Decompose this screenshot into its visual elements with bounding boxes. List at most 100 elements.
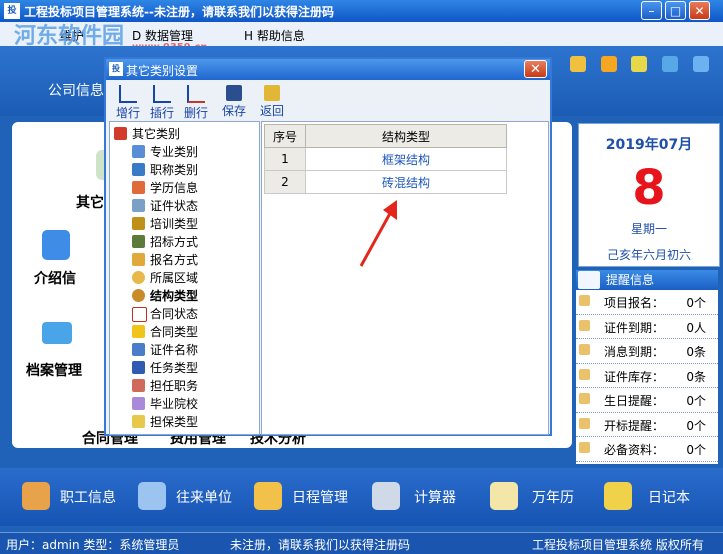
bottom-calculator[interactable]: 计算器 <box>414 487 456 507</box>
bottom-contacts[interactable]: 往来单位 <box>176 487 232 507</box>
tree-item-label: 任务类型 <box>150 361 199 375</box>
education-icon <box>132 181 145 194</box>
bell-icon[interactable] <box>254 482 282 510</box>
reminder-title: 提醒信息 <box>606 273 655 287</box>
tree-item-label: 结构类型 <box>150 289 199 303</box>
table-row[interactable]: 1 框架结构 <box>264 147 507 171</box>
tree-item-label: 职称类别 <box>150 163 199 177</box>
reminder-row[interactable]: 开标提醒： 0个 <box>576 413 718 437</box>
reminder-value: 0人 <box>686 320 706 335</box>
warning-icon <box>132 325 145 338</box>
bid-method-icon <box>132 235 145 248</box>
calendar-month: 2019年07月 <box>605 137 693 153</box>
globe-icon <box>132 271 145 284</box>
minimize-button[interactable]: – <box>641 1 662 20</box>
tree-item-label: 证件名称 <box>150 343 199 357</box>
table-row[interactable]: 2 砖混结构 <box>264 170 507 194</box>
calendar-panel: 2019年07月 8 星期一 己亥年六月初六 <box>578 123 720 267</box>
reminder-row[interactable]: 项目报名： 0个 <box>576 290 718 315</box>
grid-header-type[interactable]: 结构类型 <box>305 124 507 148</box>
main-intro-label[interactable]: 介绍信 <box>34 268 76 288</box>
dialog-titlebar[interactable]: 投 其它类别设置 ✕ <box>106 59 550 80</box>
reminder-row[interactable]: 生日提醒： 0个 <box>576 388 718 413</box>
shield-icon[interactable] <box>662 56 679 72</box>
main-archive-label[interactable]: 档案管理 <box>26 360 82 380</box>
main-other-label[interactable]: 其它 <box>76 192 104 212</box>
school-icon <box>132 397 145 410</box>
dialog-app-icon: 投 <box>109 62 123 76</box>
notebook-icon[interactable] <box>604 482 632 510</box>
certificate-icon <box>132 199 145 212</box>
return-label: 返回 <box>259 104 284 118</box>
calendar-icon[interactable] <box>490 482 518 510</box>
maximize-button[interactable]: □ <box>665 1 686 20</box>
reminder-row[interactable]: 证件库存： 0条 <box>576 364 718 388</box>
reminder-panel: 提醒信息 项目报名： 0个 证件到期： 0人 消息到期： 0条 证件库存： 0条 生日提… <box>576 270 718 464</box>
grid-cell-name[interactable]: 框架结构 <box>305 147 507 171</box>
reminder-label: 项目报名： <box>604 296 665 310</box>
tree-item-label: 证件状态 <box>150 199 199 213</box>
bottom-diary[interactable]: 日记本 <box>648 487 690 507</box>
tree-item-label: 专业类别 <box>150 145 199 159</box>
save-label: 保存 <box>221 104 246 118</box>
data-grid-panel: 序号 结构类型 1 框架结构 2 砖混结构 <box>261 121 549 435</box>
speaker-icon <box>579 368 590 380</box>
tree-item-label: 学历信息 <box>150 181 199 195</box>
menu-help[interactable]: H 帮助信息 <box>244 27 305 44</box>
phone-icon[interactable] <box>138 482 166 510</box>
reminder-value: 0个 <box>686 443 706 457</box>
bottom-staff-info[interactable]: 职工信息 <box>60 487 116 507</box>
reminder-value: 0个 <box>686 296 706 310</box>
reminder-row[interactable]: 证件到期： 0人 <box>576 315 718 339</box>
position-icon <box>132 379 145 392</box>
lock-icon[interactable] <box>569 56 586 72</box>
tag-icon[interactable] <box>631 56 648 72</box>
floppy-icon <box>226 85 242 101</box>
structure-icon <box>132 289 145 302</box>
tree-item-label: 培训类型 <box>150 217 199 231</box>
reminder-row[interactable]: 消息到期： 0条 <box>576 339 718 364</box>
reminder-label: 证件库存： <box>604 369 665 384</box>
speaker-icon <box>579 417 590 429</box>
staff-icon[interactable] <box>22 482 50 510</box>
tree-item-label: 报名方式 <box>150 253 199 267</box>
reminder-value: 0条 <box>686 369 706 384</box>
checkbox-icon <box>132 307 147 322</box>
calculator-icon[interactable] <box>372 482 400 510</box>
bottom-schedule[interactable]: 日程管理 <box>292 487 348 507</box>
dialog-close-button[interactable]: ✕ <box>524 60 547 78</box>
insert-row-button[interactable]: 插行 <box>148 83 176 121</box>
dialog-title: 其它类别设置 <box>126 64 199 78</box>
grid-header-no[interactable]: 序号 <box>264 124 306 148</box>
close-button[interactable]: ✕ <box>689 1 710 20</box>
save-button[interactable]: 保存 <box>220 83 248 119</box>
exit-icon[interactable] <box>693 56 709 72</box>
speaker-icon <box>579 295 590 306</box>
add-row-button[interactable]: 增行 <box>114 83 142 121</box>
return-button[interactable]: 返回 <box>258 83 286 119</box>
qq-icon[interactable] <box>600 56 617 72</box>
grid-cell-name[interactable]: 砖混结构 <box>305 170 507 194</box>
annotation-arrow <box>359 200 397 267</box>
speaker-icon <box>579 442 590 453</box>
nav-company-info[interactable]: 公司信息 <box>48 80 104 100</box>
root-icon <box>114 127 127 140</box>
tree-item-label: 毕业院校 <box>150 397 199 411</box>
delete-row-button[interactable]: 删行 <box>182 83 210 121</box>
book-icon[interactable] <box>42 322 72 344</box>
grid-cell-no[interactable]: 1 <box>264 147 306 171</box>
bottom-perpetual-calendar[interactable]: 万年历 <box>532 487 574 507</box>
windows-icon <box>132 145 145 158</box>
task-icon <box>132 361 145 374</box>
reminder-label: 必备资料： <box>604 443 665 457</box>
pen-icon[interactable] <box>42 230 70 260</box>
reminder-row[interactable]: 必备资料： 0个 <box>576 437 718 462</box>
tree-item-label: 合同状态 <box>150 307 199 321</box>
grid-cell-no[interactable]: 2 <box>264 170 306 194</box>
signup-icon <box>132 253 145 266</box>
tree-item-label: 招标方式 <box>150 235 199 249</box>
delete-row-icon <box>187 85 205 103</box>
add-row-label: 增行 <box>115 106 140 120</box>
status-product: 工程投标项目管理系统 版权所有 <box>532 538 704 552</box>
calendar-lunar: 己亥年六月初六 <box>606 248 691 262</box>
